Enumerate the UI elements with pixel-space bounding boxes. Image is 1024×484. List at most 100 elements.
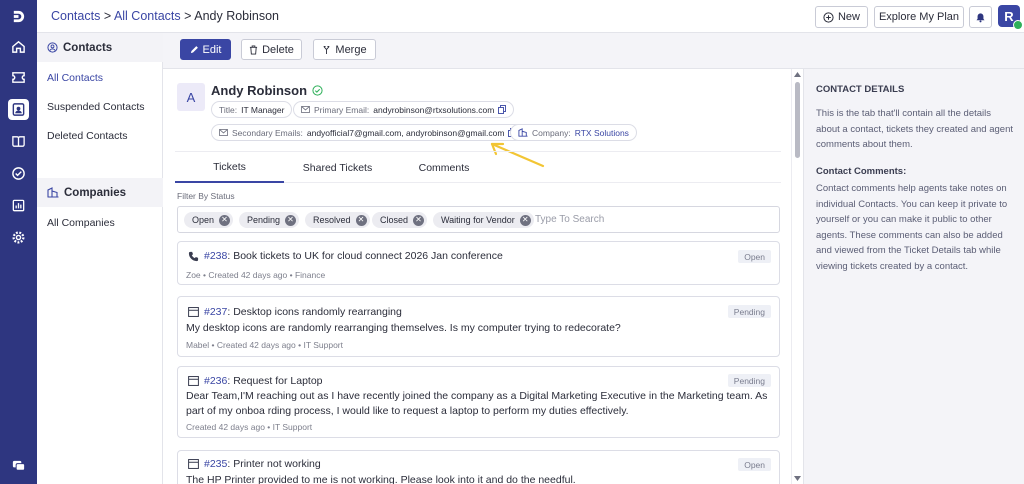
settings-icon[interactable] (8, 227, 29, 248)
secondary-emails-value: andyofficial7@gmail.com, andyrobinson@gm… (306, 127, 505, 138)
primary-email-label: Primary Email: (314, 104, 370, 115)
mail-icon (219, 129, 228, 136)
company-building-icon (47, 187, 59, 198)
new-button[interactable]: New (815, 6, 868, 28)
reports-icon[interactable] (8, 195, 29, 216)
chat-icon[interactable] (8, 455, 29, 476)
sidebar-item-suspended-contacts[interactable]: Suspended Contacts (47, 101, 144, 113)
scrollbar-thumb[interactable] (795, 82, 800, 158)
contact-name: Andy Robinson (211, 83, 308, 98)
ticket-title[interactable]: #235: Printer not working (188, 458, 321, 470)
breadcrumb-separator: > (103, 9, 112, 23)
contact-avatar: A (177, 83, 205, 111)
title-label: Title: (219, 104, 238, 115)
logo-icon[interactable] (8, 6, 29, 27)
breadcrumb: Contacts > All Contacts > Andy Robinson (51, 9, 279, 23)
breadcrumb-current: Andy Robinson (194, 9, 280, 23)
ticket-title[interactable]: #237: Desktop icons randomly rearranging (188, 306, 402, 318)
ticket-description: The HP Printer provided to me is not wor… (186, 474, 576, 484)
remove-chip-icon[interactable]: ✕ (519, 214, 531, 226)
comments-heading: Contact Comments: (816, 166, 907, 177)
status-search-input[interactable]: Type To Search (535, 214, 604, 225)
filter-chip-resolved: Resolved ✕ (305, 212, 370, 228)
notifications-button[interactable] (969, 6, 992, 28)
bell-icon (976, 12, 985, 22)
contact-toolbar: Edit Delete Merge (163, 33, 1024, 69)
remove-chip-icon[interactable]: ✕ (285, 214, 297, 226)
chip-label: Pending (247, 215, 281, 225)
remove-chip-icon[interactable]: ✕ (219, 214, 231, 226)
sidebar-item-all-companies[interactable]: All Companies (47, 217, 115, 229)
ticket-subject: : Book tickets to UK for cloud connect 2… (227, 250, 503, 262)
primary-email-value: andyrobinson@rtxsolutions.com (373, 104, 495, 115)
contact-main-panel: A Andy Robinson Title: IT Manager Primar… (163, 69, 803, 484)
breadcrumb-contacts-link[interactable]: Contacts (51, 9, 100, 23)
contact-circle-icon (47, 42, 58, 53)
ticket-title[interactable]: #236: Request for Laptop (188, 375, 323, 387)
top-header: Contacts > All Contacts > Andy Robinson … (37, 0, 1024, 33)
ticket-icon[interactable] (8, 67, 29, 88)
portal-window-icon (188, 376, 199, 386)
chip-label: Closed (380, 215, 409, 225)
contact-name-row: Andy Robinson (211, 83, 323, 98)
details-text: This is the tab that'll contain all the … (816, 108, 1013, 150)
ticket-card[interactable]: #235: Printer not working The HP Printer… (177, 450, 780, 484)
contact-title-pill: Title: IT Manager (211, 101, 293, 118)
merge-icon (323, 45, 330, 54)
status-filter-box[interactable]: Open ✕ Pending ✕ Resolved ✕ Closed ✕ Waiting… (177, 206, 780, 233)
filter-chip-closed: Closed ✕ (372, 212, 428, 228)
company-building-icon (518, 128, 528, 137)
companies-section-title: Companies (64, 186, 126, 199)
title-value: IT Manager (241, 104, 285, 115)
chip-label: Open (192, 215, 215, 225)
portal-window-icon (188, 459, 199, 469)
primary-email-pill: Primary Email: andyrobinson@rtxsolutions… (293, 101, 515, 118)
contacts-icon[interactable] (8, 99, 29, 120)
ticket-card[interactable]: #237: Desktop icons randomly rearranging… (177, 296, 780, 357)
remove-chip-icon[interactable]: ✕ (355, 214, 367, 226)
remove-chip-icon[interactable]: ✕ (413, 214, 425, 226)
ticket-number: #236 (204, 375, 228, 387)
merge-button[interactable]: Merge (313, 39, 376, 60)
delete-button[interactable]: Delete (241, 39, 302, 60)
comments-text: Contact comments help agents take notes … (816, 183, 1008, 272)
status-badge: Pending (727, 305, 771, 318)
ticket-title[interactable]: #238: Book tickets to UK for cloud conne… (188, 250, 503, 262)
edit-button[interactable]: Edit (180, 39, 231, 60)
scroll-up-icon[interactable] (794, 72, 801, 77)
scroll-down-icon[interactable] (794, 476, 801, 481)
ticket-number: #238 (204, 250, 228, 262)
home-icon[interactable] (8, 36, 29, 57)
tab-tickets[interactable]: Tickets (175, 152, 284, 183)
company-value[interactable]: RTX Solutions (575, 128, 629, 138)
sidebar-item-deleted-contacts[interactable]: Deleted Contacts (47, 130, 128, 142)
contact-details-help-panel: CONTACT DETAILS This is the tab that'll … (803, 69, 1024, 484)
ticket-meta: Mabel • Created 42 days ago • IT Support (186, 340, 343, 350)
explore-plan-label: Explore My Plan (878, 11, 960, 23)
ticket-description: My desktop icons are randomly rearrangin… (186, 322, 621, 334)
copy-icon[interactable] (498, 105, 507, 114)
ticket-card[interactable]: #238: Book tickets to UK for cloud conne… (177, 241, 780, 285)
ticket-card[interactable]: #236: Request for Laptop Dear Team,I'M r… (177, 366, 780, 438)
details-heading: CONTACT DETAILS (816, 84, 905, 95)
breadcrumb-all-contacts-link[interactable]: All Contacts (114, 9, 181, 23)
ticket-subject: : Desktop icons randomly rearranging (227, 306, 402, 318)
sidebar-item-all-contacts[interactable]: All Contacts (47, 72, 103, 84)
user-avatar[interactable]: R (998, 5, 1023, 30)
filter-by-status-label: Filter By Status (177, 191, 235, 201)
new-button-label: New (837, 11, 860, 23)
tab-shared-tickets[interactable]: Shared Tickets (284, 152, 391, 183)
online-status-dot (1013, 20, 1023, 30)
explore-plan-button[interactable]: Explore My Plan (874, 6, 964, 28)
knowledge-base-icon[interactable] (8, 131, 29, 152)
contact-tabs: Tickets Shared Tickets Comments (175, 151, 781, 183)
plus-circle-icon (823, 11, 834, 23)
ticket-meta: Zoe • Created 42 days ago • Finance (186, 270, 326, 280)
ticket-number: #235 (204, 458, 228, 470)
ticket-subject: : Printer not working (227, 458, 321, 470)
companies-section-header: Companies (37, 178, 163, 207)
tasks-icon[interactable] (8, 163, 29, 184)
secondary-emails-pill: Secondary Emails: andyofficial7@gmail.co… (211, 124, 525, 141)
status-badge: Open (738, 458, 771, 471)
tab-comments[interactable]: Comments (391, 152, 497, 183)
